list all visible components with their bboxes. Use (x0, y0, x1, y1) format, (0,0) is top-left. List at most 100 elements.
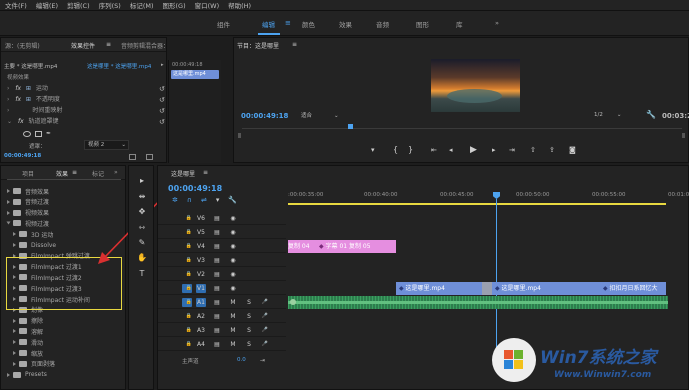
a1-audio-clip[interactable] (288, 296, 668, 309)
wrench-icon[interactable]: 🔧 (646, 110, 656, 119)
chevron-right-icon[interactable]: › (7, 85, 9, 92)
effects-tree-item[interactable]: 擦除 (1, 316, 43, 326)
ellipse-mask-icon[interactable] (23, 130, 31, 137)
menu-file[interactable]: 文件(F) (5, 0, 27, 10)
pen-mask-icon[interactable]: ✒ (46, 130, 51, 137)
selection-tool-icon[interactable]: ▸ (137, 176, 147, 186)
effects-tree-item[interactable]: 3D 运动 (1, 229, 53, 239)
chevron-right-icon[interactable] (13, 361, 16, 366)
chevron-down-icon[interactable]: ⌄ (7, 118, 12, 125)
track-name[interactable]: V6 (196, 214, 206, 223)
step-forward-icon[interactable]: ▸ (492, 146, 496, 154)
lock-icon[interactable]: 🔒 (184, 312, 194, 321)
v1-clip[interactable]: ◆ 这是哪里.mp4 (396, 282, 482, 295)
quality-select[interactable]: 1/2 ⌄ (594, 112, 621, 118)
marker-icon[interactable]: ▾ (216, 196, 220, 204)
scroll-handle-left[interactable] (238, 133, 241, 138)
mute-button[interactable]: M (228, 340, 238, 349)
v4-clip[interactable]: 复制 04 (288, 240, 316, 253)
chevron-right-icon[interactable] (13, 351, 16, 355)
expand-arrow-icon[interactable]: ▸ (161, 62, 164, 68)
camera-icon[interactable]: ◙ (569, 146, 576, 154)
workspace-editing[interactable]: 编辑 (262, 19, 275, 29)
play-icon[interactable]: ▶ (470, 145, 477, 155)
lift-icon[interactable]: ⇧ (530, 146, 536, 154)
effects-tree-item[interactable]: Dissolve (1, 240, 56, 250)
effects-tree-item[interactable]: 视频效果 (1, 208, 49, 218)
track-name[interactable]: V5 (196, 228, 206, 237)
solo-button[interactable]: S (244, 298, 254, 307)
effects-tree-item[interactable]: 滑动 (1, 337, 43, 347)
step-back-icon[interactable]: ◂ (449, 146, 453, 154)
clip-sequence-label[interactable]: 这是哪里 * 这是哪里.mp4 (87, 62, 151, 70)
reset-icon[interactable]: ↺ (159, 118, 165, 126)
effects-search-box[interactable] (7, 179, 121, 180)
track-name[interactable]: A2 (196, 312, 206, 321)
workspace-audio[interactable]: 音频 (376, 19, 389, 29)
microphone-icon[interactable]: 🎤 (260, 340, 270, 349)
chevron-right-icon[interactable] (7, 372, 10, 377)
reset-icon[interactable]: ↺ (159, 107, 165, 115)
menu-marker[interactable]: 标记(M) (130, 0, 154, 10)
lock-icon[interactable]: 🔒 (184, 214, 194, 223)
fx-row-time-remap[interactable]: › 时间重映射 (1, 105, 62, 116)
menu-clip[interactable]: 剪辑(C) (67, 0, 90, 10)
chevron-right-icon[interactable] (7, 199, 10, 204)
program-playhead[interactable] (348, 124, 353, 129)
fx-row-motion[interactable]: › fx ⊞ 运动 (1, 83, 48, 94)
lock-icon[interactable]: 🔒 (184, 242, 194, 251)
wrench-icon[interactable]: 🔧 (228, 196, 237, 204)
fx-row-track-matte[interactable]: ⌄ fx 轨道遮罩键 (1, 116, 59, 127)
type-tool-icon[interactable]: T (137, 269, 147, 279)
workspace-color[interactable]: 颜色 (302, 19, 315, 29)
chevron-right-icon[interactable] (7, 189, 10, 193)
mask-select[interactable]: 视频 2 ⌄ (84, 140, 129, 150)
lock-icon[interactable]: 🔒 (184, 270, 194, 279)
mute-button[interactable]: M (228, 312, 238, 321)
mark-out-icon[interactable]: } (408, 145, 413, 154)
menu-edit[interactable]: 编辑(E) (36, 0, 58, 10)
solo-button[interactable]: S (244, 340, 254, 349)
tab-project[interactable]: 项目 (22, 169, 34, 178)
mini-clip[interactable]: 这是哪里.mp4 (171, 70, 219, 79)
master-value[interactable]: 0.0 (237, 357, 246, 363)
tab-menu-icon[interactable]: ≡ (106, 41, 111, 48)
tab-effects[interactable]: 效果 (56, 169, 68, 178)
v1-clip[interactable]: ◆ 扣扣月日系回忆大 (600, 282, 666, 295)
go-to-out-icon[interactable]: ⇥ (509, 146, 515, 154)
extract-icon[interactable]: ⇪ (549, 146, 555, 154)
effects-tree-item[interactable]: 缩放 (1, 348, 43, 358)
ripple-tool-icon[interactable]: ✥ (137, 207, 147, 217)
effects-tree-item[interactable]: Presets (1, 370, 47, 380)
sync-lock-icon[interactable]: ▤ (212, 242, 222, 251)
tab-menu-icon[interactable]: ≡ (72, 169, 77, 176)
snap-icon[interactable]: ✲ (172, 196, 178, 204)
menu-graphics[interactable]: 图形(G) (163, 0, 186, 10)
sync-lock-icon[interactable]: ▤ (212, 298, 222, 307)
reset-icon[interactable]: ↺ (159, 96, 165, 104)
track-name[interactable]: A3 (196, 326, 206, 335)
sync-lock-icon[interactable]: ▤ (212, 326, 222, 335)
effects-tree-item[interactable]: 音频效果 (1, 186, 49, 196)
program-timecode[interactable]: 00:00:49:18 (241, 112, 288, 120)
timeline-menu-icon[interactable]: ≡ (203, 169, 208, 176)
program-menu-icon[interactable]: ≡ (292, 41, 297, 48)
add-marker-icon[interactable]: ▾ (371, 146, 375, 154)
timeline-timecode[interactable]: 00:00:49:18 (168, 184, 222, 193)
sync-lock-icon[interactable]: ▤ (212, 340, 222, 349)
program-scrub-bar[interactable] (242, 128, 682, 129)
v1-transition[interactable] (482, 282, 492, 295)
add-marker-icon[interactable]: ⇌ (201, 196, 207, 204)
lock-icon[interactable]: 🔒 (184, 340, 194, 349)
effects-tree-item[interactable]: 页面剥落 (1, 359, 55, 369)
microphone-icon[interactable]: 🎤 (260, 312, 270, 321)
chevron-right-icon[interactable] (13, 329, 16, 334)
linked-selection-icon[interactable]: ∩ (187, 196, 192, 204)
effects-tree-item[interactable]: 溶解 (1, 326, 43, 336)
chevron-right-icon[interactable]: › (7, 96, 9, 103)
tab-markers[interactable]: 标记 (92, 169, 104, 178)
microphone-icon[interactable]: 🎤 (260, 326, 270, 335)
mute-button[interactable]: M (228, 326, 238, 335)
work-area-bar[interactable] (288, 203, 666, 205)
lock-icon[interactable]: 🔒 (184, 284, 194, 293)
